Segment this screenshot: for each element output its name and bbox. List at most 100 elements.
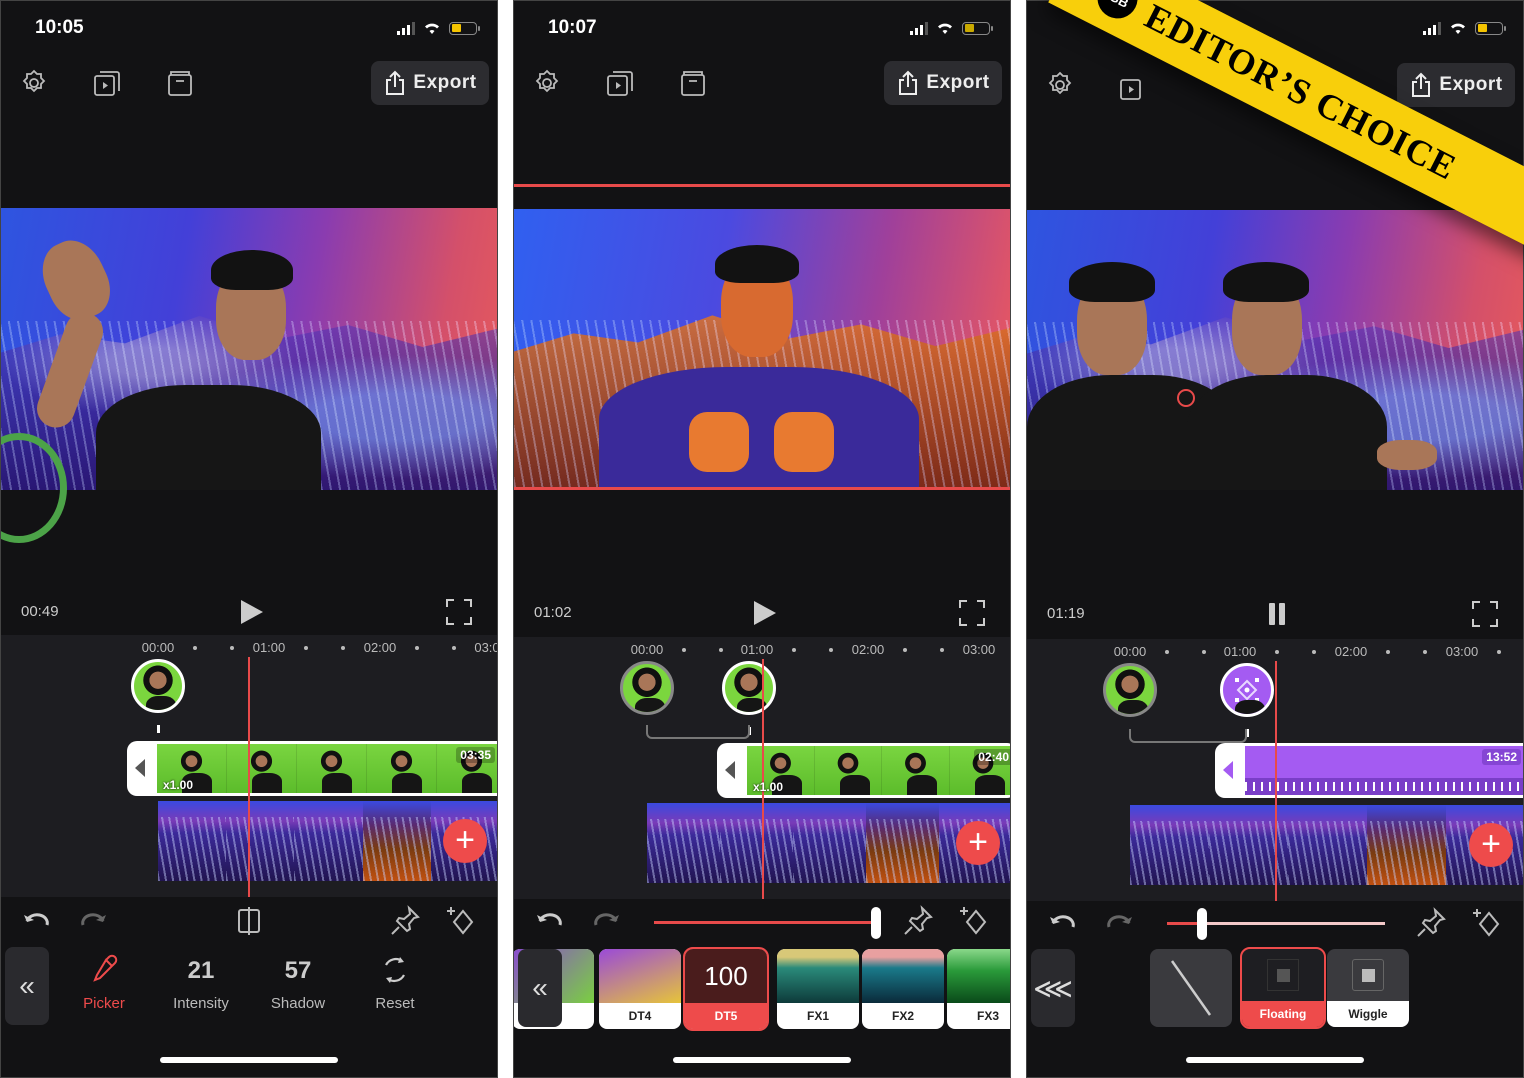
preview-icon[interactable] <box>604 67 636 99</box>
signal-icon <box>910 21 928 35</box>
export-icon <box>386 70 405 95</box>
filter-item[interactable]: FX2 <box>862 949 944 1029</box>
motion-wiggle[interactable]: Wiggle <box>1327 949 1409 1027</box>
video-preview[interactable] <box>1027 210 1523 490</box>
pin-icon[interactable] <box>1415 907 1447 939</box>
keyframe-pin[interactable] <box>1103 663 1157 725</box>
anchor-point[interactable] <box>1177 389 1195 407</box>
pause-icon[interactable] <box>1263 600 1291 628</box>
export-button[interactable]: Export <box>1397 63 1515 107</box>
clip-trim-handle[interactable] <box>725 761 735 779</box>
preview-icon[interactable] <box>1117 71 1149 103</box>
motion-none[interactable] <box>1150 949 1232 1027</box>
video-preview[interactable] <box>1 208 497 490</box>
keyframe-pin[interactable] <box>131 659 185 733</box>
tool-label: Intensity <box>173 995 229 1012</box>
export-icon <box>1412 72 1431 97</box>
export-label: Export <box>926 72 990 93</box>
tool-label: Picker <box>83 995 125 1012</box>
playhead[interactable] <box>762 659 764 899</box>
phone-screen-2: 10:07 Export 01:02 00:00 01:00 02:00 03:… <box>513 0 1011 1078</box>
export-label: Export <box>413 72 477 93</box>
none-icon <box>1170 960 1212 1016</box>
undo-icon[interactable] <box>21 905 53 937</box>
tool-shadow[interactable]: 57 Shadow <box>253 953 343 1012</box>
wifi-icon <box>425 23 439 34</box>
slider-thumb[interactable] <box>1196 908 1207 940</box>
battery-icon <box>1475 21 1506 35</box>
pin-icon[interactable] <box>389 905 421 937</box>
pin-icon[interactable] <box>902 905 934 937</box>
gear-icon[interactable] <box>1044 69 1076 101</box>
home-indicator[interactable] <box>1186 1057 1364 1063</box>
top-toolbar: Export <box>1 61 497 107</box>
play-icon[interactable] <box>237 598 265 626</box>
keyframe-pin-selected[interactable] <box>722 661 776 735</box>
playhead[interactable] <box>248 657 250 897</box>
green-screen-clip[interactable]: x1.00 03:35 <box>127 741 497 796</box>
home-indicator[interactable] <box>160 1057 338 1063</box>
add-keyframe-icon[interactable] <box>1471 907 1503 939</box>
filter-item-selected[interactable]: 100 DT5 <box>683 947 769 1031</box>
redo-icon[interactable] <box>1103 907 1135 939</box>
slider-thumb[interactable] <box>871 907 881 939</box>
intensity-value: 21 <box>187 957 215 984</box>
slider-fill <box>654 921 876 924</box>
effect-pin-selected[interactable] <box>1220 663 1274 737</box>
timecode: 01:02 <box>534 604 572 621</box>
timeline[interactable]: 00:00 01:00 02:00 03:0 x1.00 03:35 + <box>1 635 497 897</box>
preview-icon[interactable] <box>91 67 123 99</box>
add-clip-button[interactable]: + <box>956 821 1000 865</box>
video-preview[interactable] <box>514 209 1010 487</box>
tool-picker[interactable]: Picker <box>59 953 149 1012</box>
back-button[interactable]: ⋘ <box>1031 949 1075 1027</box>
back-button[interactable]: « <box>518 949 562 1027</box>
fullscreen-icon[interactable] <box>958 599 986 627</box>
motion-floating-selected[interactable]: Floating <box>1240 947 1326 1029</box>
clip-trim-handle[interactable] <box>1223 761 1233 779</box>
signal-icon <box>397 21 415 35</box>
redo-icon[interactable] <box>590 905 622 937</box>
filter-item[interactable]: FX3 <box>947 949 1010 1029</box>
split-icon[interactable] <box>233 905 265 937</box>
clip-trim-handle[interactable] <box>135 759 145 777</box>
play-icon[interactable] <box>750 599 778 627</box>
background-track[interactable] <box>1130 805 1523 885</box>
filter-item[interactable]: FX1 <box>777 949 859 1029</box>
archive-icon[interactable] <box>677 67 709 99</box>
fullscreen-icon[interactable] <box>445 598 473 626</box>
fullscreen-icon[interactable] <box>1471 600 1499 628</box>
gear-icon[interactable] <box>18 67 50 99</box>
export-button[interactable]: Export <box>371 61 489 105</box>
motion-label: Floating <box>1242 1001 1324 1027</box>
add-clip-button[interactable]: + <box>1469 823 1513 867</box>
add-keyframe-icon[interactable] <box>445 905 477 937</box>
undo-icon[interactable] <box>534 905 566 937</box>
opacity-slider[interactable] <box>654 907 881 939</box>
timeline[interactable]: 00:00 01:00 02:00 03:00 13:52 + <box>1027 639 1523 901</box>
motion-effect-clip[interactable]: 13:52 <box>1215 743 1523 798</box>
keyframe-pin[interactable] <box>620 661 674 723</box>
motion-intensity-slider[interactable] <box>1167 908 1385 940</box>
frame-border-bottom <box>514 487 1010 490</box>
phone-screen-1: 10:05 Export 00:49 00:00 01:00 02:00 03:… <box>0 0 498 1078</box>
add-clip-button[interactable]: + <box>443 819 487 863</box>
back-button[interactable]: « <box>5 947 49 1025</box>
tool-label: Shadow <box>270 995 326 1012</box>
tool-intensity[interactable]: 21 Intensity <box>156 953 246 1012</box>
archive-icon[interactable] <box>164 67 196 99</box>
filter-item[interactable]: DT4 <box>599 949 681 1029</box>
undo-icon[interactable] <box>1047 907 1079 939</box>
tool-reset[interactable]: Reset <box>350 953 440 1012</box>
home-indicator[interactable] <box>673 1057 851 1063</box>
redo-icon[interactable] <box>77 905 109 937</box>
wifi-icon <box>938 23 952 34</box>
timeline[interactable]: 00:00 01:00 02:00 03:00 x1.00 02:40 + <box>514 637 1010 899</box>
add-keyframe-icon[interactable] <box>958 905 990 937</box>
filter-strip: 3 DT4 100DT5 FX1 FX2 FX3 <box>514 947 1010 1031</box>
export-button[interactable]: Export <box>884 61 1002 105</box>
eyedropper-icon <box>93 954 118 982</box>
playhead[interactable] <box>1275 661 1277 901</box>
gear-icon[interactable] <box>531 67 563 99</box>
status-time: 10:07 <box>548 17 597 38</box>
